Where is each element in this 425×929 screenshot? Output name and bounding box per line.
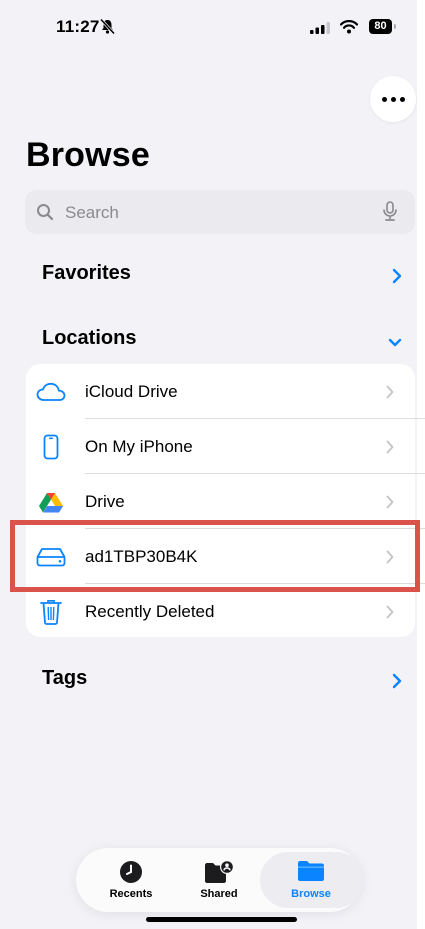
chevron-right-icon: [386, 440, 394, 459]
cloud-icon: [36, 380, 66, 404]
tab-label: Browse: [291, 888, 331, 900]
location-label: Drive: [85, 492, 125, 511]
tags-label: Tags: [42, 667, 88, 689]
tags-section-header[interactable]: Tags: [42, 667, 402, 695]
external-drive-icon: [36, 545, 66, 569]
search-input[interactable]: [63, 190, 367, 236]
phone-icon: [36, 434, 66, 460]
location-item-recently-deleted[interactable]: Recently Deleted: [26, 584, 415, 639]
location-item-icloud-drive[interactable]: iCloud Drive: [26, 364, 425, 419]
page-title: Browse: [26, 136, 151, 174]
microphone-icon[interactable]: [382, 201, 398, 228]
tab-recents[interactable]: Recents: [86, 848, 176, 912]
tab-label: Shared: [200, 888, 238, 900]
location-label: iCloud Drive: [85, 382, 178, 401]
search-bar[interactable]: [25, 190, 415, 236]
battery-level: 80: [369, 19, 392, 34]
shared-folder-icon: [174, 860, 264, 884]
location-label: ad1TBP30B4K: [85, 547, 198, 566]
locations-label: Locations: [42, 327, 137, 349]
tab-label: Recents: [109, 888, 153, 900]
favorites-section-header[interactable]: Favorites: [42, 262, 402, 290]
status-time: 11:27: [56, 17, 100, 36]
locations-list: iCloud Drive On My iPhone Drive ad1TBP30…: [26, 364, 425, 639]
battery-tip: [394, 24, 396, 29]
tab-browse[interactable]: Browse: [260, 848, 364, 912]
page-edge: [417, 0, 425, 929]
chevron-right-icon: [386, 605, 394, 624]
google-drive-icon: [36, 490, 66, 514]
ellipsis-icon: [381, 96, 405, 102]
location-item-drive[interactable]: Drive: [26, 474, 425, 529]
location-item-on-my-iphone[interactable]: On My iPhone: [26, 419, 425, 474]
trash-icon: [36, 600, 66, 625]
wifi-icon: [339, 20, 359, 39]
home-indicator: [146, 917, 297, 922]
location-item-external-drive[interactable]: ad1TBP30B4K: [26, 529, 425, 584]
favorites-label: Favorites: [42, 262, 131, 284]
location-label: On My iPhone: [85, 437, 193, 456]
chevron-right-icon: [386, 385, 394, 404]
battery-indicator: 80: [369, 19, 396, 34]
chevron-down-icon: [388, 335, 402, 353]
tab-shared[interactable]: Shared: [174, 848, 264, 912]
search-icon: [36, 203, 54, 226]
clock-icon: [86, 860, 176, 884]
chevron-right-icon: [392, 268, 402, 289]
tab-bar: Recents Shared Browse: [76, 848, 364, 912]
location-label: Recently Deleted: [85, 602, 215, 621]
status-bar: 11:27 80: [0, 0, 425, 54]
chevron-right-icon: [386, 495, 394, 514]
chevron-right-icon: [392, 673, 402, 694]
more-options-button[interactable]: [370, 76, 416, 122]
chevron-right-icon: [386, 550, 394, 569]
bell-slash-icon: [99, 18, 116, 40]
locations-section-header[interactable]: Locations: [42, 327, 402, 355]
folder-icon: [266, 860, 356, 884]
cellular-signal-icon: [310, 21, 332, 39]
